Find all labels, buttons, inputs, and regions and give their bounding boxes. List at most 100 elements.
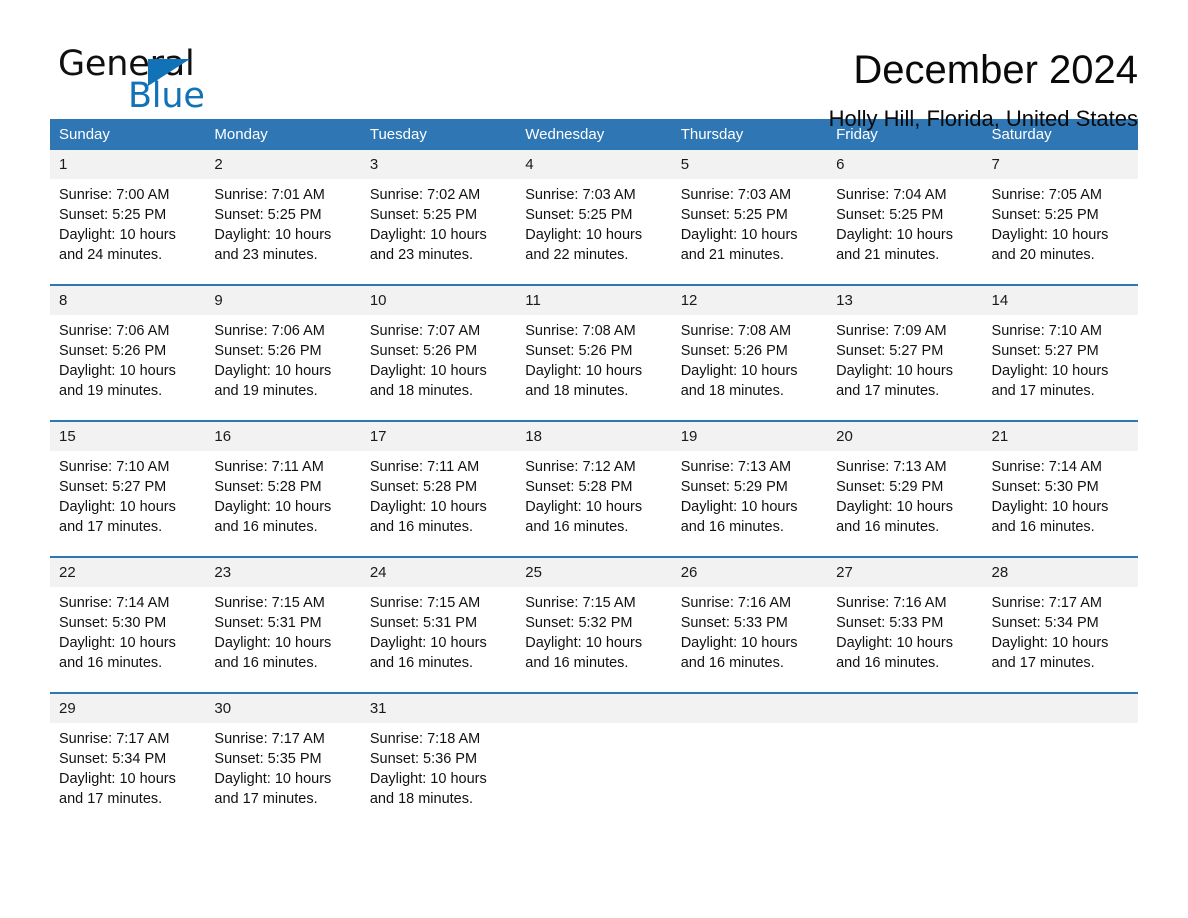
calendar-day-cell[interactable]: 3 Sunrise: 7:02 AM Sunset: 5:25 PM Daylight… [360, 150, 517, 275]
day-number: 9 [205, 286, 361, 315]
day-number: 26 [671, 558, 828, 587]
calendar-day-cell[interactable]: 2 Sunrise: 7:01 AM Sunset: 5:25 PM Daylight… [205, 150, 361, 275]
sunrise-text: Sunrise: 7:10 AM [991, 323, 1102, 339]
calendar-day-cell[interactable]: 24 Sunrise: 7:15 AM Sunset: 5:31 PM Dayligh… [360, 558, 517, 683]
sunset-text: Sunset: 5:27 PM [59, 479, 167, 495]
day-details [516, 723, 671, 739]
day-details: Sunrise: 7:14 AM Sunset: 5:30 PM Daylight:… [983, 451, 1138, 547]
day-details: Sunrise: 7:17 AM Sunset: 5:34 PM Daylight:… [50, 723, 205, 819]
calendar-day-cell[interactable]: 16 Sunrise: 7:11 AM Sunset: 5:28 PM Dayligh… [205, 422, 361, 547]
page-title: December 2024 [853, 48, 1138, 92]
day-number: 30 [205, 694, 361, 723]
day-number: 27 [827, 558, 983, 587]
calendar-day-cell[interactable]: 18 Sunrise: 7:12 AM Sunset: 5:28 PM Dayligh… [516, 422, 672, 547]
sunrise-text: Sunrise: 7:17 AM [59, 731, 170, 747]
calendar-day-cell[interactable]: 28 Sunrise: 7:17 AM Sunset: 5:34 PM Dayligh… [982, 558, 1138, 683]
daylight-text-line2: and 16 minutes. [680, 655, 784, 671]
daylight-text-line2: and 21 minutes. [836, 247, 940, 263]
calendar-day-cell[interactable]: 31 Sunrise: 7:18 AM Sunset: 5:36 PM Dayligh… [360, 694, 517, 819]
calendar-day-cell[interactable]: 7 Sunrise: 7:05 AM Sunset: 5:25 PM Daylight… [982, 150, 1138, 275]
daylight-text-line1: Daylight: 10 hours [59, 771, 176, 787]
day-details: Sunrise: 7:17 AM Sunset: 5:34 PM Daylight:… [983, 587, 1138, 683]
calendar-day-cell[interactable]: 14 Sunrise: 7:10 AM Sunset: 5:27 PM Dayligh… [982, 286, 1138, 411]
calendar-day-cell[interactable]: 29 Sunrise: 7:17 AM Sunset: 5:34 PM Dayligh… [50, 694, 206, 819]
sunrise-text: Sunrise: 7:12 AM [525, 459, 636, 475]
sunset-text: Sunset: 5:26 PM [680, 343, 788, 359]
daylight-text-line2: and 21 minutes. [680, 247, 784, 263]
daylight-text-line1: Daylight: 10 hours [680, 363, 798, 379]
daylight-text-line2: and 16 minutes. [991, 519, 1095, 535]
day-details: Sunrise: 7:10 AM Sunset: 5:27 PM Daylight:… [50, 451, 205, 547]
sunset-text: Sunset: 5:27 PM [991, 343, 1099, 359]
sunrise-text: Sunrise: 7:14 AM [59, 595, 170, 611]
day-details: Sunrise: 7:11 AM Sunset: 5:28 PM Daylight:… [361, 451, 516, 547]
daylight-text-line1: Daylight: 10 hours [214, 227, 332, 243]
day-details: Sunrise: 7:08 AM Sunset: 5:26 PM Daylight:… [672, 315, 827, 411]
calendar-day-cell[interactable]: 4 Sunrise: 7:03 AM Sunset: 5:25 PM Daylight… [516, 150, 672, 275]
calendar-day-cell[interactable]: 25 Sunrise: 7:15 AM Sunset: 5:32 PM Dayligh… [516, 558, 672, 683]
daylight-text-line1: Daylight: 10 hours [525, 499, 643, 515]
day-details: Sunrise: 7:17 AM Sunset: 5:35 PM Daylight:… [205, 723, 360, 819]
calendar-day-cell[interactable]: 15 Sunrise: 7:10 AM Sunset: 5:27 PM Dayligh… [50, 422, 206, 547]
generalblue-logo[interactable]: General Blue [50, 44, 280, 124]
daylight-text-line2: and 16 minutes. [680, 519, 784, 535]
daylight-text-line2: and 17 minutes. [59, 791, 163, 807]
daylight-text-line1: Daylight: 10 hours [991, 635, 1109, 651]
day-details: Sunrise: 7:14 AM Sunset: 5:30 PM Daylight:… [50, 587, 205, 683]
day-number: 17 [360, 422, 517, 451]
day-details [827, 723, 982, 739]
sunset-text: Sunset: 5:25 PM [59, 207, 167, 223]
day-details: Sunrise: 7:13 AM Sunset: 5:29 PM Daylight:… [827, 451, 982, 547]
sunrise-text: Sunrise: 7:06 AM [59, 323, 170, 339]
sunrise-text: Sunrise: 7:11 AM [214, 459, 324, 475]
calendar-day-cell[interactable]: 23 Sunrise: 7:15 AM Sunset: 5:31 PM Dayligh… [205, 558, 361, 683]
day-number: 23 [205, 558, 361, 587]
calendar-day-cell[interactable]: 10 Sunrise: 7:07 AM Sunset: 5:26 PM Dayligh… [360, 286, 517, 411]
day-number: 19 [671, 422, 828, 451]
sunset-text: Sunset: 5:26 PM [525, 343, 633, 359]
daylight-text-line1: Daylight: 10 hours [59, 635, 176, 651]
calendar-day-cell[interactable]: 9 Sunrise: 7:06 AM Sunset: 5:26 PM Daylight… [205, 286, 361, 411]
calendar-day-cell-empty [982, 694, 1138, 819]
calendar-day-cell[interactable]: 17 Sunrise: 7:11 AM Sunset: 5:28 PM Dayligh… [360, 422, 517, 547]
calendar-day-cell-empty [516, 694, 672, 819]
sunset-text: Sunset: 5:28 PM [369, 479, 478, 495]
daylight-text-line2: and 16 minutes. [59, 655, 163, 671]
calendar-day-cell[interactable]: 1 Sunrise: 7:00 AM Sunset: 5:25 PM Daylight… [50, 150, 206, 275]
sunset-text: Sunset: 5:25 PM [214, 207, 322, 223]
day-details: Sunrise: 7:18 AM Sunset: 5:36 PM Daylight:… [361, 723, 516, 819]
day-details: Sunrise: 7:15 AM Sunset: 5:32 PM Daylight:… [516, 587, 671, 683]
calendar-day-cell[interactable]: 8 Sunrise: 7:06 AM Sunset: 5:26 PM Daylight… [50, 286, 206, 411]
daylight-text-line1: Daylight: 10 hours [525, 227, 643, 243]
day-details: Sunrise: 7:06 AM Sunset: 5:26 PM Daylight:… [205, 315, 360, 411]
calendar-day-cell[interactable]: 27 Sunrise: 7:16 AM Sunset: 5:33 PM Dayligh… [827, 558, 983, 683]
daylight-text-line1: Daylight: 10 hours [214, 635, 332, 651]
day-number: 5 [671, 150, 828, 179]
calendar-day-cell[interactable]: 26 Sunrise: 7:16 AM Sunset: 5:33 PM Dayligh… [671, 558, 828, 683]
calendar-day-cell[interactable]: 22 Sunrise: 7:14 AM Sunset: 5:30 PM Dayligh… [50, 558, 206, 683]
day-details: Sunrise: 7:16 AM Sunset: 5:33 PM Daylight:… [672, 587, 827, 683]
calendar-day-cell[interactable]: 5 Sunrise: 7:03 AM Sunset: 5:25 PM Daylight… [671, 150, 828, 275]
day-number: 4 [516, 150, 672, 179]
day-number: 13 [827, 286, 983, 315]
calendar-day-cell[interactable]: 30 Sunrise: 7:17 AM Sunset: 5:35 PM Dayligh… [205, 694, 361, 819]
daylight-text-line1: Daylight: 10 hours [836, 363, 953, 379]
day-details: Sunrise: 7:16 AM Sunset: 5:33 PM Daylight:… [827, 587, 982, 683]
calendar-day-cell[interactable]: 6 Sunrise: 7:04 AM Sunset: 5:25 PM Daylight… [827, 150, 983, 275]
calendar-day-cell[interactable]: 19 Sunrise: 7:13 AM Sunset: 5:29 PM Dayligh… [671, 422, 828, 547]
calendar-day-cell[interactable]: 11 Sunrise: 7:08 AM Sunset: 5:26 PM Dayligh… [516, 286, 672, 411]
calendar-day-cell[interactable]: 12 Sunrise: 7:08 AM Sunset: 5:26 PM Dayligh… [671, 286, 828, 411]
sunrise-text: Sunrise: 7:03 AM [525, 187, 636, 203]
sunset-text: Sunset: 5:26 PM [59, 343, 167, 359]
daylight-text-line1: Daylight: 10 hours [836, 499, 953, 515]
day-details: Sunrise: 7:08 AM Sunset: 5:26 PM Daylight:… [516, 315, 671, 411]
calendar-day-cell[interactable]: 13 Sunrise: 7:09 AM Sunset: 5:27 PM Dayligh… [827, 286, 983, 411]
daylight-text-line1: Daylight: 10 hours [680, 499, 798, 515]
sunset-text: Sunset: 5:34 PM [59, 751, 167, 767]
sunrise-text: Sunrise: 7:01 AM [214, 187, 325, 203]
daylight-text-line1: Daylight: 10 hours [369, 363, 487, 379]
day-details [672, 723, 827, 739]
sunrise-text: Sunrise: 7:07 AM [369, 323, 481, 339]
calendar-day-cell[interactable]: 21 Sunrise: 7:14 AM Sunset: 5:30 PM Dayligh… [982, 422, 1138, 547]
calendar-day-cell[interactable]: 20 Sunrise: 7:13 AM Sunset: 5:29 PM Dayligh… [827, 422, 983, 547]
